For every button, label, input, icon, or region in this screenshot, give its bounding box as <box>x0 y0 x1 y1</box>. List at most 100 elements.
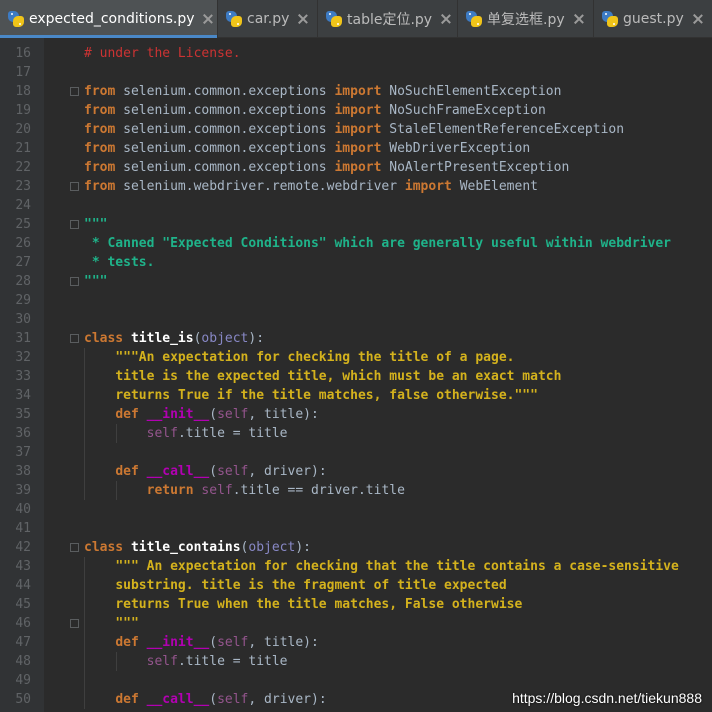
code-line[interactable]: 20 from selenium.common.exceptions import… <box>0 120 712 139</box>
line-number: 23 <box>15 179 31 194</box>
code-line[interactable]: 33 title is the expected title, which mu… <box>0 367 712 386</box>
code-line[interactable]: 40 <box>0 500 712 519</box>
code-token: ( <box>209 407 218 422</box>
code-token: ): <box>295 540 311 555</box>
code-line[interactable]: 43 """ An expectation for checking that … <box>0 557 712 576</box>
code-token: return <box>146 483 194 498</box>
code-token: returns True if the title matches, false… <box>115 388 538 403</box>
fold-marker-icon[interactable] <box>70 543 79 552</box>
code-line[interactable]: 22 from selenium.common.exceptions import… <box>0 158 712 177</box>
tab-table-locate[interactable]: table定位.py <box>318 0 458 38</box>
python-file-icon <box>226 11 242 27</box>
code-token: NoSuchFrameException <box>381 103 546 118</box>
code-line[interactable]: 41 <box>0 519 712 538</box>
code-line[interactable]: 24 <box>0 196 712 215</box>
python-file-icon <box>326 11 342 27</box>
tab-car[interactable]: car.py <box>218 0 318 38</box>
editor-tab-bar: expected_conditions.py car.py table定位.py… <box>0 0 712 38</box>
code-line[interactable]: 30 <box>0 310 712 329</box>
code-text: self.title = title <box>84 424 288 443</box>
code-line[interactable]: 27 * tests. <box>0 253 712 272</box>
close-icon[interactable] <box>572 12 586 26</box>
indent-guide <box>84 443 85 462</box>
code-line[interactable]: 17 <box>0 63 712 82</box>
line-number: 45 <box>15 597 31 612</box>
code-token: , title): <box>248 407 319 422</box>
fold-marker-icon[interactable] <box>70 87 79 96</box>
code-token: self <box>201 483 233 498</box>
tab-expected-conditions[interactable]: expected_conditions.py <box>0 0 218 38</box>
code-token: selenium.common.exceptions <box>115 122 335 137</box>
fold-marker-icon[interactable] <box>70 182 79 191</box>
code-line[interactable]: 45 returns True when the title matches, … <box>0 595 712 614</box>
code-line[interactable]: 23 from selenium.webdriver.remote.webdriv… <box>0 177 712 196</box>
code-token: self <box>146 426 178 441</box>
code-line[interactable]: 29 <box>0 291 712 310</box>
code-line[interactable]: 19 from selenium.common.exceptions import… <box>0 101 712 120</box>
line-number: 33 <box>15 369 31 384</box>
code-text: from selenium.common.exceptions import N… <box>84 158 569 177</box>
code-line[interactable]: 26 * Canned "Expected Conditions" which … <box>0 234 712 253</box>
code-token: NoAlertPresentException <box>381 160 570 175</box>
code-token: def <box>115 635 139 650</box>
code-line[interactable]: 38 def __call__(self, driver): <box>0 462 712 481</box>
tab-checkbox[interactable]: 单复选框.py <box>458 0 594 38</box>
indent-guide <box>84 671 85 690</box>
code-line[interactable]: 31 class title_is(object): <box>0 329 712 348</box>
code-text: from selenium.common.exceptions import S… <box>84 120 624 139</box>
code-text: returns True if the title matches, false… <box>84 386 538 405</box>
code-line[interactable]: 21 from selenium.common.exceptions import… <box>0 139 712 158</box>
code-line[interactable]: 34 returns True if the title matches, fa… <box>0 386 712 405</box>
line-number: 16 <box>15 46 31 61</box>
code-line[interactable]: 47 def __init__(self, title): <box>0 633 712 652</box>
close-icon[interactable] <box>201 12 215 26</box>
line-number: 22 <box>15 160 31 175</box>
code-token: __init__ <box>146 407 210 422</box>
code-token: ( <box>209 635 218 650</box>
code-line[interactable]: 25 """ <box>0 215 712 234</box>
code-line[interactable]: 37 <box>0 443 712 462</box>
close-icon[interactable] <box>296 12 310 26</box>
code-token: from <box>84 122 116 137</box>
code-line[interactable]: 28 """ <box>0 272 712 291</box>
fold-marker-icon[interactable] <box>70 277 79 286</box>
tab-guest[interactable]: guest.py <box>594 0 712 38</box>
code-token: import <box>334 141 382 156</box>
code-token: ( <box>209 692 218 707</box>
code-line[interactable]: 44 substring. title is the fragment of t… <box>0 576 712 595</box>
line-number: 34 <box>15 388 31 403</box>
code-token: self <box>217 635 249 650</box>
code-token: .title = title <box>177 426 288 441</box>
code-token: """ <box>115 616 139 631</box>
code-token: self <box>146 654 178 669</box>
close-icon[interactable] <box>691 12 705 26</box>
code-text: substring. title is the fragment of titl… <box>84 576 506 595</box>
code-line[interactable]: 49 <box>0 671 712 690</box>
code-line[interactable]: 36 self.title = title <box>0 424 712 443</box>
code-line[interactable]: 18 from selenium.common.exceptions import… <box>0 82 712 101</box>
code-line[interactable]: 32 """An expectation for checking the ti… <box>0 348 712 367</box>
close-icon[interactable] <box>439 12 453 26</box>
code-token: class <box>84 540 124 555</box>
code-token: * Canned "Expected Conditions" which are… <box>84 236 671 251</box>
code-line[interactable]: 16 # under the License. <box>0 44 712 63</box>
code-line[interactable]: 46 """ <box>0 614 712 633</box>
code-token: returns True when the title matches, Fal… <box>115 597 523 612</box>
code-token: object <box>201 331 249 346</box>
code-token: * tests. <box>84 255 155 270</box>
fold-marker-icon[interactable] <box>70 619 79 628</box>
fold-marker-icon[interactable] <box>70 334 79 343</box>
code-line[interactable]: 39 return self.title == driver.title <box>0 481 712 500</box>
line-number: 31 <box>15 331 31 346</box>
fold-marker-icon[interactable] <box>70 220 79 229</box>
line-number: 48 <box>15 654 31 669</box>
code-line[interactable]: 48 self.title = title <box>0 652 712 671</box>
code-line[interactable]: 35 def __init__(self, title): <box>0 405 712 424</box>
code-editor[interactable]: 16 # under the License. 17 18 from selenium.… <box>0 38 712 712</box>
code-line[interactable]: 42 class title_contains(object): <box>0 538 712 557</box>
